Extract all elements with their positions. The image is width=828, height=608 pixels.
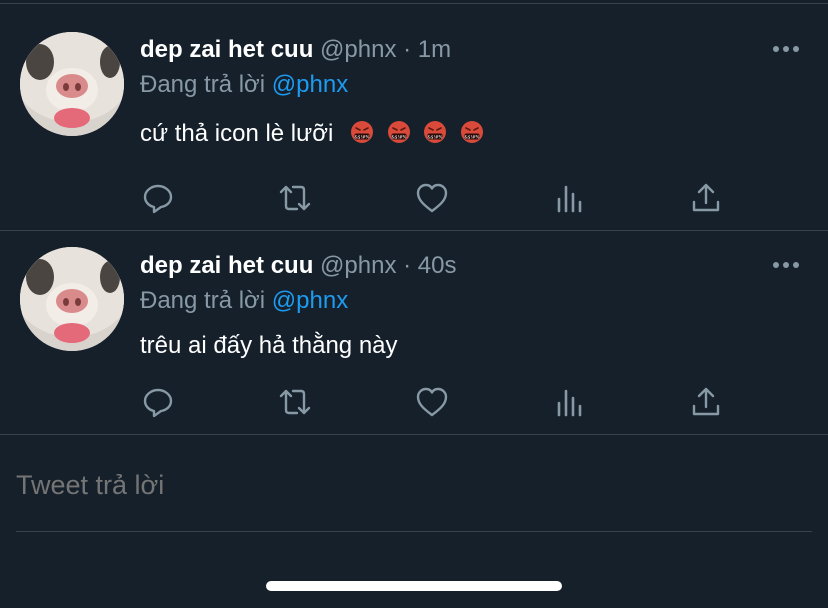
tweet-text-row: cứ thả icon lè lưỡi &$!#% &$!#% &$!#% &$…	[140, 120, 484, 148]
mention-link[interactable]: @phnx	[272, 287, 348, 314]
retweet-icon[interactable]	[277, 384, 313, 420]
tweet-text: trêu ai đấy hả thằng này	[140, 332, 398, 359]
avatar[interactable]	[20, 247, 124, 351]
mention-link[interactable]: @phnx	[272, 71, 348, 98]
replying-to: Đang trả lời @phnx	[140, 71, 348, 99]
tweet-text: cứ thả icon lè lưỡi	[140, 120, 334, 147]
tweet-actions	[140, 180, 740, 216]
tweet-header: dep zai het cuu @phnx · 1m	[140, 36, 451, 66]
retweet-icon[interactable]	[277, 180, 313, 216]
reply-input[interactable]	[16, 462, 810, 508]
face-with-symbols-on-mouth-icon: &$!#%	[387, 121, 410, 143]
reply-box-divider	[0, 434, 828, 435]
more-options-icon[interactable]	[772, 45, 800, 53]
like-icon[interactable]	[414, 384, 450, 420]
face-with-symbols-on-mouth-icon: &$!#%	[460, 121, 483, 143]
replying-to-label: Đang trả lời	[140, 287, 266, 314]
avatar[interactable]	[20, 32, 124, 136]
replying-to: Đang trả lời @phnx	[140, 287, 348, 315]
svg-text:&$!#%: &$!#%	[428, 134, 443, 139]
reply-input-underline	[16, 531, 812, 532]
share-icon[interactable]	[688, 384, 724, 420]
analytics-icon[interactable]	[551, 384, 587, 420]
display-name[interactable]: dep zai het cuu	[140, 252, 313, 279]
reply-icon[interactable]	[140, 180, 176, 216]
replying-to-label: Đang trả lời	[140, 71, 266, 98]
svg-text:&$!#%: &$!#%	[391, 134, 406, 139]
tweet-text-row: trêu ai đấy hả thằng này	[140, 332, 398, 360]
face-with-symbols-on-mouth-icon: &$!#%	[424, 121, 447, 143]
user-handle[interactable]: @phnx	[320, 36, 396, 63]
more-options-icon[interactable]	[772, 261, 800, 269]
analytics-icon[interactable]	[551, 180, 587, 216]
display-name[interactable]: dep zai het cuu	[140, 36, 313, 63]
separator-dot: ·	[403, 36, 412, 63]
svg-text:&$!#%: &$!#%	[354, 134, 369, 139]
timestamp[interactable]: 1m	[418, 36, 451, 63]
tweet-1[interactable]: dep zai het cuu @phnx · 1m Đang trả lời …	[0, 0, 828, 230]
share-icon[interactable]	[688, 180, 724, 216]
user-handle[interactable]: @phnx	[320, 252, 396, 279]
tweet-actions	[140, 384, 740, 420]
tweet-2[interactable]: dep zai het cuu @phnx · 40s Đang trả lời…	[0, 231, 828, 434]
reply-icon[interactable]	[140, 384, 176, 420]
timestamp[interactable]: 40s	[418, 252, 457, 279]
home-indicator[interactable]	[266, 581, 562, 591]
face-with-symbols-on-mouth-icon: &$!#%	[350, 121, 373, 143]
svg-text:&$!#%: &$!#%	[464, 134, 479, 139]
separator-dot: ·	[403, 252, 412, 279]
like-icon[interactable]	[414, 180, 450, 216]
tweet-header: dep zai het cuu @phnx · 40s	[140, 252, 456, 282]
